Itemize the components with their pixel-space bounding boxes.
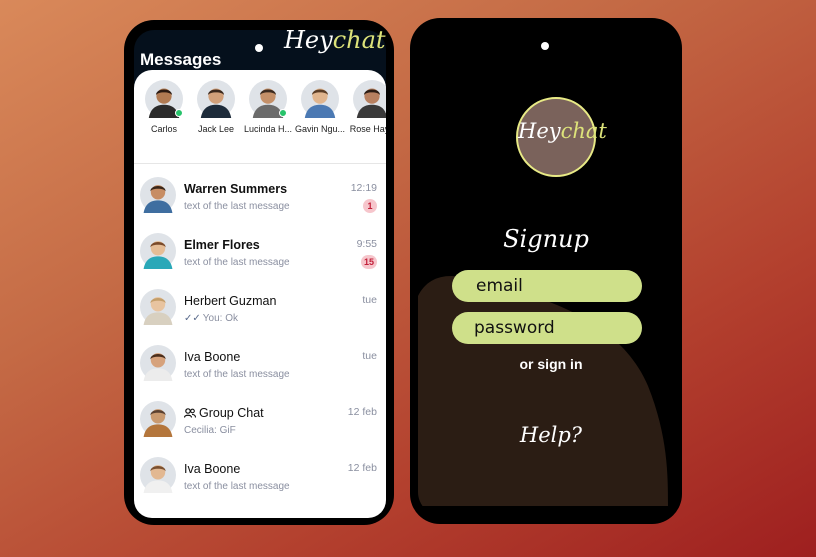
chat-preview-text: text of the last message [184,481,290,492]
avatar [140,457,176,493]
avatar [145,80,183,118]
avatar [197,80,235,118]
chat-list: Warren Summers text of the last message 12… [134,170,386,506]
story-name: Carlos [150,124,177,134]
chat-name: Elmer Flores [184,238,260,252]
stories-row: Carlos Jack Lee Lucinda H... Gavin Ngu... Ro… [134,80,386,150]
camera-dot [255,44,263,52]
messages-screen: Carlos Jack Lee Lucinda H... Gavin Ngu... Ro… [134,70,386,518]
chat-preview: Cecilia: GiF [184,425,236,436]
chat-name-text: Elmer Flores [184,238,260,252]
story-name: Gavin Ngu... [294,124,346,134]
signup-phone: Heychat Signup email password or sign in… [410,18,682,524]
avatar [140,233,176,269]
email-field[interactable]: email [452,270,642,302]
brand-hey: Hey [284,26,333,54]
chat-preview: ✓✓ You: Ok [184,313,238,324]
online-indicator [175,109,183,117]
online-indicator [279,109,287,117]
chat-preview-text: You: Ok [202,313,238,324]
chat-time: tue [362,350,377,362]
chat-name: Herbert Guzman [184,294,276,308]
chat-row[interactable]: Warren Summers text of the last message 12… [134,170,386,226]
page-title: Messages [140,50,222,69]
logo-chat: chat [560,119,607,143]
chat-name-text: Herbert Guzman [184,294,277,308]
avatar [249,80,287,118]
read-ticks-icon: ✓✓ [184,313,201,324]
chat-preview-text: text of the last message [184,257,290,268]
brown-background-shape [418,276,668,506]
story-item[interactable]: Rose Hayn [346,80,386,150]
story-name: Lucinda H... [243,124,293,134]
chat-name-text: Warren Summers [184,182,288,196]
chat-row[interactable]: Iva Boone text of the last message tue [134,338,386,394]
group-icon [183,407,197,421]
chat-time: tue [362,294,377,306]
chat-name: Iva Boone [184,462,240,476]
story-item[interactable]: Jack Lee [190,80,242,150]
heychat-logo: Heychat [516,97,607,177]
avatar [140,177,176,213]
unread-badge: 15 [360,255,377,269]
logo-hey: Hey [518,119,561,143]
brand-chat: chat [332,26,386,54]
chat-name-text: Group Chat [199,406,264,420]
camera-dot [541,42,549,50]
story-name: Rose Hayn [349,124,386,134]
avatar [140,289,176,325]
chat-preview-text: text of the last message [184,369,290,380]
unread-badge: 1 [363,199,377,213]
chat-name: Group Chat [183,406,264,421]
chat-preview: text of the last message [184,201,290,212]
chat-name: Warren Summers [184,182,287,196]
chat-name: Iva Boone [184,350,240,364]
messages-phone: Messages Heychat Carlos Jack Lee Lucinda H… [124,20,394,525]
password-field[interactable]: password [452,312,642,344]
chat-preview: text of the last message [184,369,290,380]
story-name: Jack Lee [197,124,235,134]
chat-time: 9:55 [356,238,377,250]
avatar [353,80,386,118]
avatar [301,80,339,118]
chat-row[interactable]: Group Chat Cecilia: GiF 12 feb [134,394,386,450]
brand-logo: Heychat [284,26,386,54]
chat-preview: text of the last message [184,481,290,492]
chat-preview-text: text of the last message [184,201,290,212]
sign-in-link[interactable]: or sign in [410,356,692,372]
chat-preview-text: Cecilia: GiF [184,425,236,436]
chat-row[interactable]: Herbert Guzman ✓✓ You: Ok tue [134,282,386,338]
chat-name-text: Iva Boone [184,462,241,476]
avatar [140,345,176,381]
chat-preview: text of the last message [184,257,290,268]
divider [134,163,386,164]
chat-row[interactable]: Elmer Flores text of the last message 9:55… [134,226,386,282]
chat-time: 12:19 [350,182,377,194]
help-link[interactable]: Help? [410,423,692,447]
chat-row[interactable]: Iva Boone text of the last message 12 feb [134,450,386,506]
avatar [140,401,176,437]
story-item[interactable]: Gavin Ngu... [294,80,346,150]
chat-time: 12 feb [347,406,377,418]
chat-time: 12 feb [347,462,377,474]
story-item[interactable]: Carlos [138,80,190,150]
story-item[interactable]: Lucinda H... [242,80,294,150]
chat-name-text: Iva Boone [184,350,241,364]
signup-title: Signup [503,225,589,253]
